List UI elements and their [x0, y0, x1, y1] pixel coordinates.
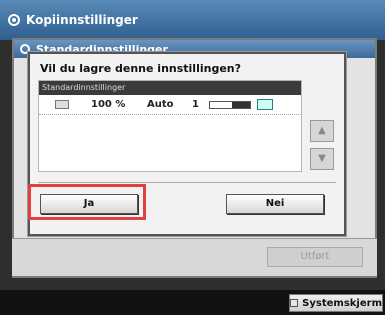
yes-button-highlight — [28, 184, 146, 220]
paper-icon — [55, 100, 69, 109]
list-header: Standardinnstillinger — [39, 81, 301, 95]
arrow-down-icon[interactable]: ▼ — [310, 148, 334, 170]
system-monitor-label: Systemskjerm — [302, 297, 382, 309]
footer-bar: Utført — [12, 238, 377, 276]
screen: Kopiinnstillinger Standardinnstillinger … — [0, 0, 385, 315]
density-bar-icon — [209, 100, 251, 109]
settings-row[interactable]: 100 % Auto 1 — [39, 95, 301, 115]
window-title: Kopiinnstillinger — [26, 13, 138, 27]
monitor-icon — [290, 299, 299, 307]
dialog-question: Vil du lagre denne innstillingen? — [40, 62, 241, 75]
settings-list: Standardinnstillinger 100 % Auto 1 — [38, 80, 302, 172]
bottom-bar: Systemskjerm — [0, 290, 385, 315]
zoom-value: 100 % — [91, 99, 126, 110]
paper-value: Auto — [147, 99, 174, 110]
settings-icon — [8, 14, 20, 26]
copies-value: 1 — [192, 99, 199, 110]
divider — [38, 182, 336, 183]
title-bar: Kopiinnstillinger — [0, 0, 385, 40]
system-monitor-button[interactable]: Systemskjerm — [289, 294, 383, 312]
done-button[interactable]: Utført — [267, 247, 363, 267]
arrow-up-icon[interactable]: ▲ — [310, 120, 334, 142]
no-button[interactable]: Nei — [226, 194, 324, 214]
finishing-icon — [257, 99, 273, 110]
